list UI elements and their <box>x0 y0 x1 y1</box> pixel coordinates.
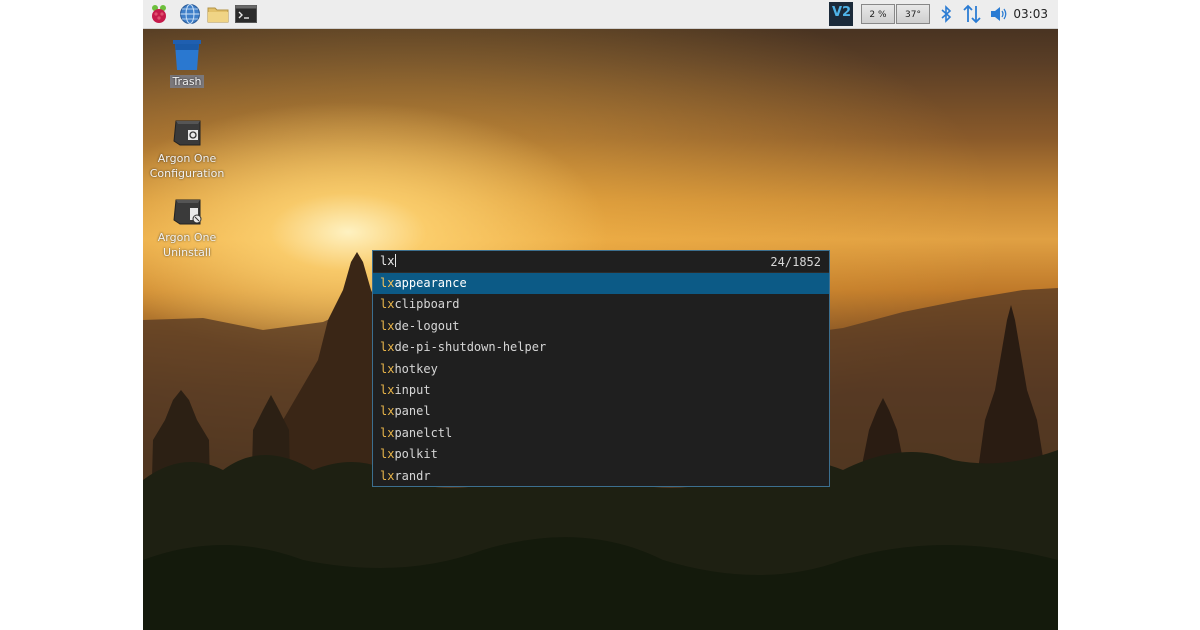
desktop-icon-label: Argon One Configuration <box>149 152 225 180</box>
launcher-query-text: lx <box>380 254 395 268</box>
cpu-usage-monitor[interactable]: 2 % <box>861 4 895 24</box>
launcher-result-item[interactable]: lxpanel <box>373 401 829 422</box>
result-match: lx <box>380 382 395 397</box>
launcher-search-input[interactable]: lx <box>380 254 397 268</box>
result-rest: appearance <box>394 276 467 290</box>
launcher-result-item[interactable]: lxpolkit <box>373 444 829 465</box>
launcher-result-item[interactable]: lxclipboard <box>373 294 829 315</box>
volume-icon[interactable] <box>988 3 1010 25</box>
terminal-icon[interactable] <box>235 3 257 25</box>
result-rest: input <box>394 382 431 397</box>
raspberry-icon[interactable] <box>148 3 170 25</box>
launcher-result-item[interactable]: lxde-pi-shutdown-helper <box>373 337 829 358</box>
file-manager-icon[interactable] <box>207 3 229 25</box>
desktop-icon-argon-uninstall[interactable]: Argon One Uninstall <box>143 194 232 260</box>
vnc-label: V2 <box>832 5 852 20</box>
launcher-result-count: 24/1852 <box>770 255 821 269</box>
result-rest: randr <box>394 468 431 483</box>
result-rest: polkit <box>394 447 438 462</box>
vnc-icon[interactable]: V2 <box>829 2 853 26</box>
cpu-temp-text: 37° <box>905 10 921 20</box>
bluetooth-icon[interactable] <box>935 3 957 25</box>
trash-icon <box>170 38 204 72</box>
desktop-icon-label: Argon One Uninstall <box>157 231 217 259</box>
desktop-icon-argon-config[interactable]: Argon One Configuration <box>143 115 232 181</box>
launcher-result-item[interactable]: lxde-logout <box>373 316 829 337</box>
result-match: lx <box>380 318 395 333</box>
taskbar: V2 2 % 37° 03:03 <box>143 0 1058 29</box>
result-match: lx <box>380 447 395 462</box>
result-match: lx <box>380 340 395 355</box>
result-rest: panelctl <box>394 425 453 440</box>
text-caret <box>395 254 397 267</box>
launcher-result-item[interactable]: lxpanelctl <box>373 423 829 444</box>
result-rest: clipboard <box>394 297 460 312</box>
desktop-icon-trash[interactable]: Trash <box>143 38 232 89</box>
app-launcher: lx 24/1852 lxappearance lxclipboard lxde… <box>372 250 830 487</box>
launcher-result-item[interactable]: lxappearance <box>373 273 829 295</box>
result-rest: de-logout <box>394 318 460 333</box>
launcher-result-item[interactable]: lxhotkey <box>373 359 829 380</box>
desktop-icon-label: Trash <box>170 75 204 88</box>
launcher-result-item[interactable]: lxrandr <box>373 466 829 487</box>
result-match: lx <box>380 276 395 290</box>
network-icon[interactable] <box>961 3 983 25</box>
result-rest: panel <box>394 404 431 419</box>
result-rest: hotkey <box>394 361 438 376</box>
web-browser-icon[interactable] <box>179 3 201 25</box>
argon-uninstall-icon <box>170 194 204 228</box>
cpu-usage-text: 2 % <box>869 10 887 20</box>
argon-config-icon <box>170 115 204 149</box>
cpu-temp-monitor[interactable]: 37° <box>896 4 930 24</box>
launcher-results-list: lxappearance lxclipboard lxde-logout lxd… <box>373 273 829 487</box>
launcher-search-row[interactable]: lx 24/1852 <box>373 251 829 273</box>
clock[interactable]: 03:03 <box>1013 7 1048 21</box>
result-match: lx <box>380 361 395 376</box>
result-match: lx <box>380 468 395 483</box>
result-match: lx <box>380 297 395 312</box>
desktop-screen: V2 2 % 37° 03:03 Trash Argon One Configu… <box>143 0 1058 630</box>
launcher-result-item[interactable]: lxinput <box>373 380 829 401</box>
result-match: lx <box>380 425 395 440</box>
result-match: lx <box>380 404 395 419</box>
result-rest: de-pi-shutdown-helper <box>394 340 547 355</box>
